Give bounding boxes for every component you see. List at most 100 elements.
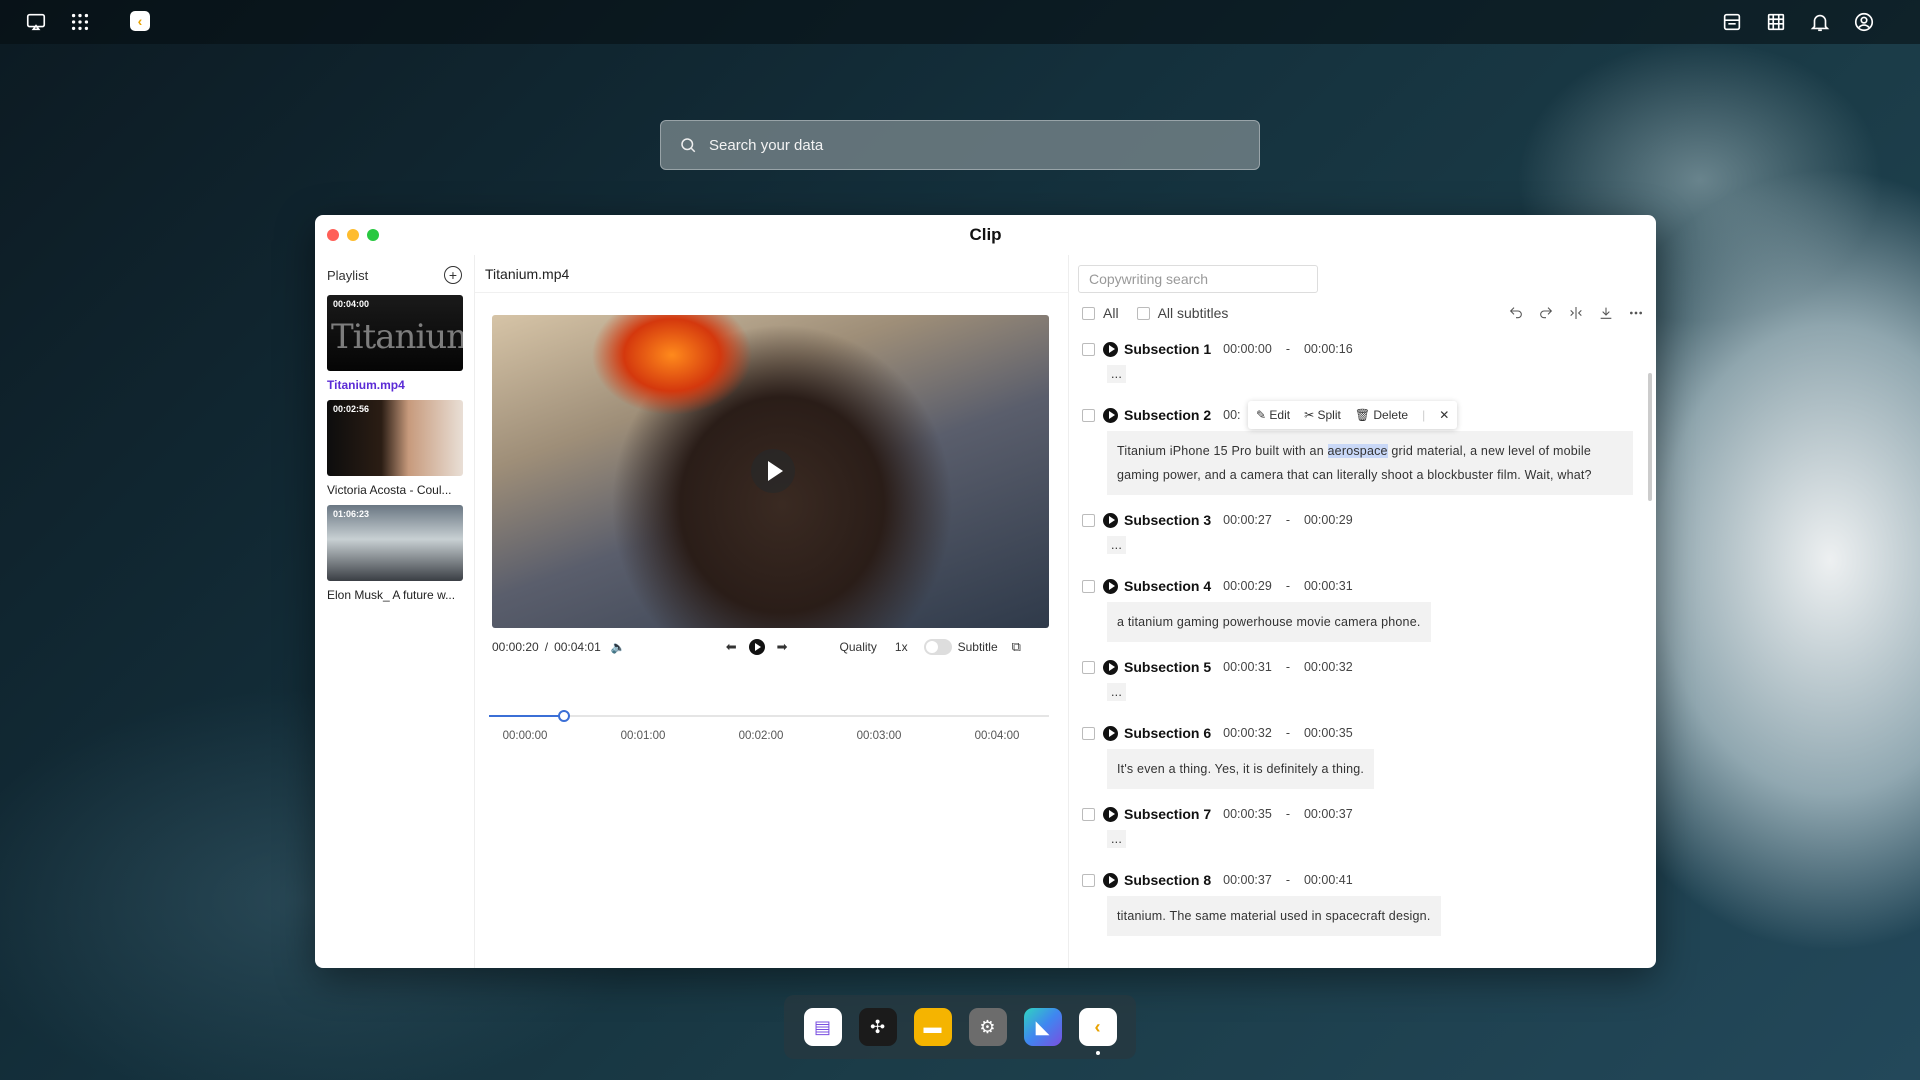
clip-app-icon[interactable]: ‹ <box>1078 1008 1117 1055</box>
undo-icon[interactable] <box>1508 305 1524 321</box>
play-segment-icon[interactable] <box>1103 512 1118 528</box>
playlist-item[interactable]: 01:06:23 Elon Musk_ A future w... <box>327 505 463 602</box>
delete-button[interactable]: 🗑 Delete <box>1355 408 1408 422</box>
subtitle-item[interactable]: Subsection 2 00: ✎ Edit ✂ Split 🗑 Delete … <box>1070 401 1640 510</box>
time-dash: - <box>1285 342 1290 356</box>
subtitle-checkbox[interactable] <box>1082 408 1095 422</box>
global-search-input[interactable]: Search your data <box>660 120 1260 170</box>
thumbnail-title-text: Titanium <box>331 317 463 357</box>
close-window-button[interactable] <box>327 229 339 241</box>
subtitle-checkbox[interactable] <box>1082 873 1095 887</box>
volume-icon[interactable]: 🔈 <box>611 640 626 654</box>
subtitle-checkbox[interactable] <box>1082 660 1095 674</box>
split-button[interactable]: ✂ Split <box>1304 408 1341 422</box>
timeline-tick-label: 00:04:00 <box>974 730 1020 742</box>
filter-all-checkbox[interactable]: All <box>1082 305 1119 321</box>
subtitle-checkbox[interactable] <box>1082 807 1095 821</box>
subtitle-item[interactable]: Subsection 6 00:00:32-00:00:35 It's even … <box>1070 723 1640 804</box>
subtitle-text[interactable]: ... <box>1107 683 1127 701</box>
subtitle-item[interactable]: Subsection 1 00:00:00-00:00:16 ... <box>1070 339 1640 405</box>
subtitle-scrollbar[interactable] <box>1648 373 1652 501</box>
subtitle-checkbox[interactable] <box>1082 342 1095 356</box>
subtitle-end-time: 00:00:31 <box>1303 579 1353 593</box>
clip-app-icon[interactable]: ‹ <box>130 11 150 31</box>
edit-button[interactable]: ✎ Edit <box>1256 408 1290 422</box>
subtitle-item[interactable]: Subsection 5 00:00:31-00:00:32 ... <box>1070 657 1640 723</box>
gradient-app-icon[interactable]: ◣ <box>1023 1008 1062 1046</box>
subtitle-title: Subsection 8 <box>1124 872 1212 888</box>
files-app-icon[interactable]: ▬ <box>913 1008 952 1046</box>
subtitle-item[interactable]: Subsection 3 00:00:27-00:00:29 ... <box>1070 510 1640 576</box>
subtitle-end-time: 00:00:37 <box>1303 807 1353 821</box>
speed-selector[interactable]: 1x <box>895 640 908 654</box>
clip-window: Clip Playlist + 00:04:00 Titanium Titani… <box>315 215 1656 968</box>
subtitle-start-time: 00:00:31 <box>1223 660 1272 674</box>
subtitle-item[interactable]: Subsection 4 00:00:29-00:00:31 a titanium… <box>1070 576 1640 657</box>
network-app-icon[interactable]: ✣ <box>858 1008 897 1046</box>
calendar-grid-icon[interactable] <box>1764 10 1788 34</box>
next-icon[interactable]: ➡ <box>777 639 788 655</box>
search-placeholder: Search your data <box>709 136 824 154</box>
timeline-track[interactable] <box>489 715 1049 717</box>
more-icon[interactable] <box>1628 305 1644 321</box>
selected-word[interactable]: aerospace <box>1327 444 1388 458</box>
redo-icon[interactable] <box>1538 305 1554 321</box>
total-time: 00:04:01 <box>554 640 601 654</box>
subtitle-title: Subsection 7 <box>1124 806 1212 822</box>
subtitle-checkbox[interactable] <box>1082 726 1095 740</box>
play-segment-icon[interactable] <box>1103 578 1118 594</box>
filter-all-subtitles-checkbox[interactable]: All subtitles <box>1136 305 1228 321</box>
subtitle-start-time: 00:00:37 <box>1223 873 1272 887</box>
bell-icon[interactable] <box>1808 10 1832 34</box>
zoom-window-button[interactable] <box>367 229 379 241</box>
play-segment-icon[interactable] <box>1103 806 1118 822</box>
subtitle-text[interactable]: a titanium gaming powerhouse movie camer… <box>1107 602 1431 642</box>
time-dash: - <box>1285 873 1290 887</box>
subtitle-toggle[interactable] <box>923 639 952 655</box>
player-panel: Titanium.mp4 00:00:20 / 00:04:01 🔈 ⬅ ➡ Q… <box>475 255 1069 968</box>
video-frame[interactable] <box>492 315 1049 628</box>
subtitle-item[interactable]: Subsection 7 00:00:35-00:00:37 ... <box>1070 804 1640 870</box>
play-segment-icon[interactable] <box>1103 725 1118 741</box>
subtitle-item[interactable]: Subsection 8 00:00:37-00:00:41 titanium. … <box>1070 870 1640 951</box>
settings-app-icon[interactable]: ⚙ <box>968 1008 1007 1046</box>
user-icon[interactable] <box>1852 10 1876 34</box>
add-playlist-item-button[interactable]: + <box>444 266 462 284</box>
split-merge-icon[interactable] <box>1568 305 1584 321</box>
subtitle-text[interactable]: ... <box>1107 830 1127 848</box>
download-icon[interactable] <box>1598 305 1614 321</box>
subtitle-start-time: 00:00:32 <box>1223 726 1272 740</box>
subtitle-text[interactable]: ... <box>1107 536 1127 554</box>
app-grid-icon[interactable] <box>68 10 92 34</box>
playlist-item[interactable]: 00:02:56 Victoria Acosta - Coul... <box>327 400 463 497</box>
play-overlay-button[interactable] <box>751 449 795 493</box>
time-dash: - <box>1285 513 1290 527</box>
subtitle-text[interactable]: Titanium iPhone 15 Pro built with an aer… <box>1107 431 1633 495</box>
time-separator: / <box>544 640 549 654</box>
screen-cast-icon[interactable] <box>24 10 48 34</box>
close-menu-icon[interactable]: ✕ <box>1439 408 1449 422</box>
playlist-item[interactable]: 00:04:00 Titanium Titanium.mp4 <box>327 295 463 392</box>
play-segment-icon[interactable] <box>1103 341 1118 357</box>
play-segment-icon[interactable] <box>1103 407 1118 423</box>
subtitle-end-time: 00:00:16 <box>1303 342 1353 356</box>
subtitle-checkbox[interactable] <box>1082 513 1095 527</box>
storage-icon[interactable] <box>1720 10 1744 34</box>
timeline-progress <box>489 715 564 717</box>
timeline-handle[interactable] <box>558 710 570 722</box>
subtitle-text[interactable]: ... <box>1107 365 1127 383</box>
subtitle-checkbox[interactable] <box>1082 579 1095 593</box>
minimize-window-button[interactable] <box>347 229 359 241</box>
previous-icon[interactable]: ⬅ <box>726 639 737 655</box>
play-button[interactable] <box>748 639 765 655</box>
playlist-item-name: Titanium.mp4 <box>327 378 405 392</box>
play-segment-icon[interactable] <box>1103 659 1118 675</box>
notes-app-icon[interactable]: ▤ <box>803 1008 842 1046</box>
play-segment-icon[interactable] <box>1103 872 1118 888</box>
copywriting-search-input[interactable]: Copywriting search <box>1078 265 1318 293</box>
quality-selector[interactable]: Quality <box>840 640 877 654</box>
subtitle-text[interactable]: titanium. The same material used in spac… <box>1107 896 1441 936</box>
subtitle-text[interactable]: It's even a thing. Yes, it is definitely… <box>1107 749 1375 789</box>
fullscreen-icon[interactable]: ⧉ <box>1012 639 1021 655</box>
playlist-panel: Playlist + 00:04:00 Titanium Titanium.mp… <box>315 255 475 968</box>
